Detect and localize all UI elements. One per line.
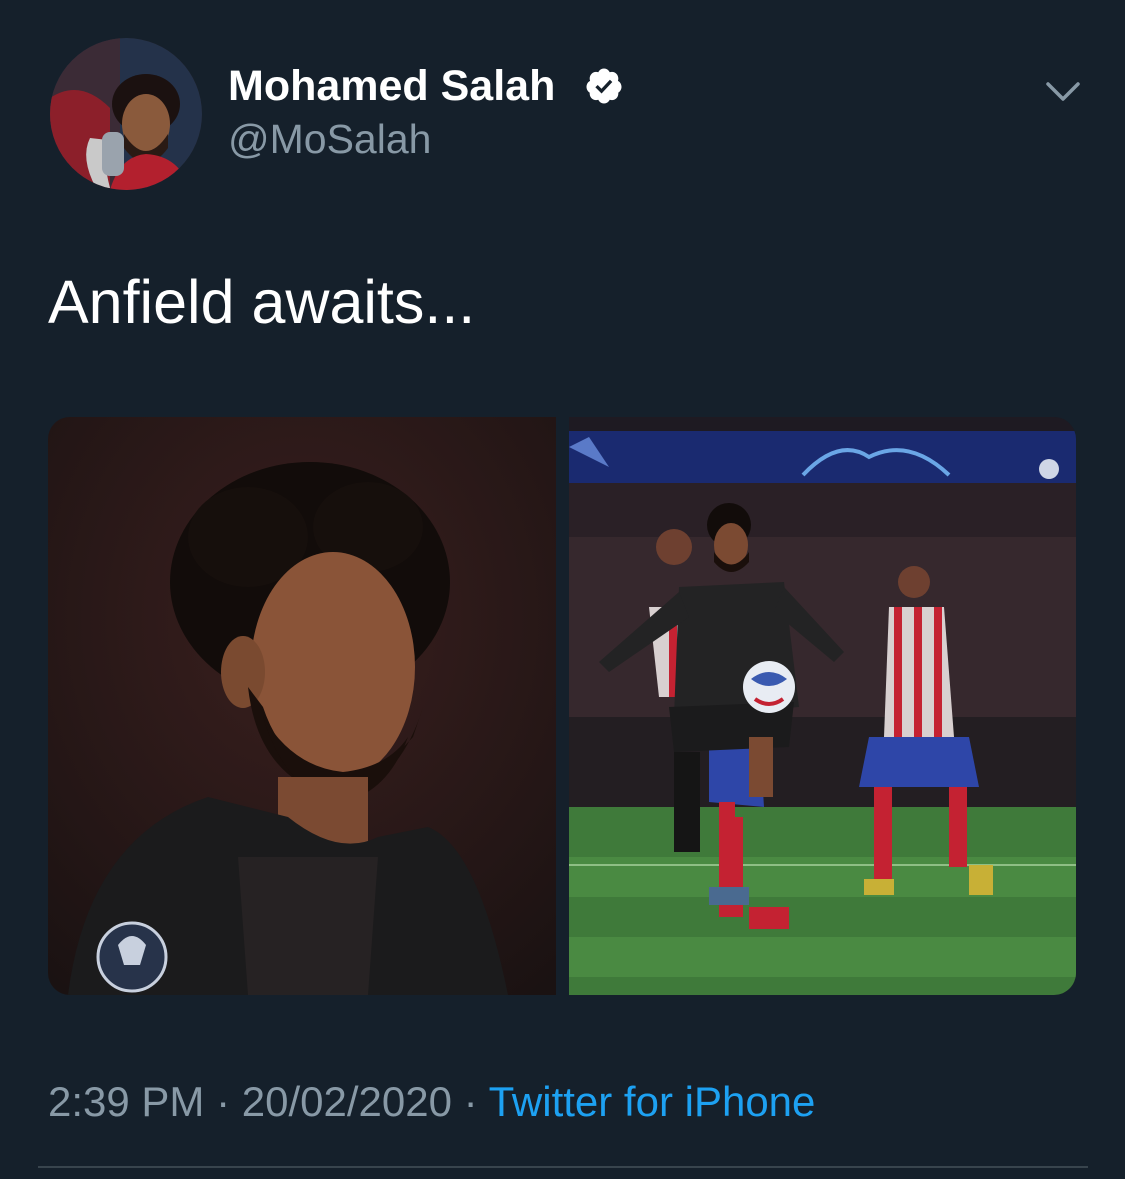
match-action-photo[interactable] <box>569 417 1076 995</box>
media-grid <box>48 417 1076 995</box>
player-portrait-photo[interactable] <box>48 417 556 995</box>
author-handle[interactable]: @MoSalah <box>228 114 431 164</box>
meta-separator: · <box>216 1078 231 1125</box>
avatar[interactable] <box>50 38 202 190</box>
divider <box>38 1166 1088 1168</box>
tweet: Mohamed Salah @MoSalah Anfield awaits... <box>0 0 1125 1179</box>
chevron-down-icon[interactable] <box>1040 74 1086 110</box>
tweet-date[interactable]: 20/02/2020 <box>242 1078 452 1125</box>
author-display-name[interactable]: Mohamed Salah <box>228 60 555 112</box>
meta-separator: · <box>463 1078 478 1125</box>
tweet-source-link[interactable]: Twitter for iPhone <box>489 1078 816 1125</box>
tweet-meta: 2:39 PM · 20/02/2020 · Twitter for iPhon… <box>48 1072 815 1132</box>
tweet-text: Anfield awaits... <box>48 268 476 336</box>
tweet-time[interactable]: 2:39 PM <box>48 1078 204 1125</box>
verified-badge-icon <box>586 68 622 104</box>
profile-photo <box>50 38 202 190</box>
